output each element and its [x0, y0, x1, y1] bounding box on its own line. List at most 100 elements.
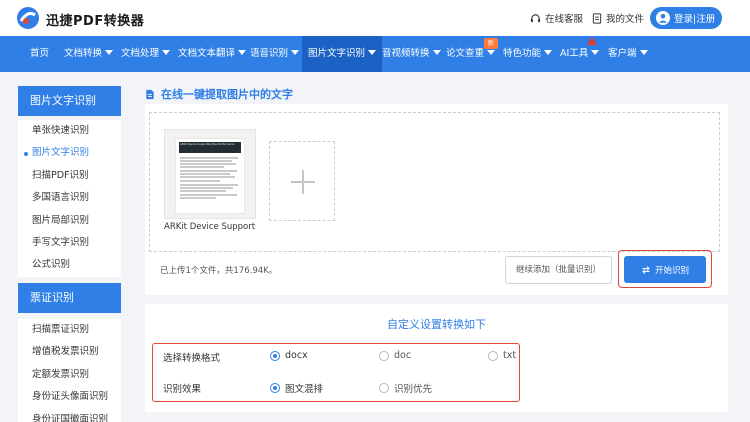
preview-line — [180, 173, 230, 175]
swap-icon — [642, 265, 650, 274]
sidebar-item-formula[interactable]: 公式识别 — [18, 254, 121, 276]
nav-client-label: 客户端 — [608, 48, 637, 59]
plus-icon — [302, 170, 304, 194]
chevron-down-icon — [591, 50, 600, 55]
format-radio-txt[interactable]: txt — [488, 350, 516, 361]
preview-line — [180, 166, 224, 168]
preview-line — [180, 187, 233, 189]
chevron-down-icon — [238, 50, 247, 55]
ai-alert-icon — [587, 37, 597, 45]
login-register-label: 登录|注册 — [674, 14, 716, 25]
customer-service-label: 在线客服 — [545, 14, 584, 25]
sidebar-group-image-ocr: 单张快速识别 图片文字识别 扫描PDF识别 多国语言识别 图片局部识别 手写文字… — [18, 120, 121, 277]
nav-doc-translate-label: 文档文本翻译 — [178, 48, 236, 59]
radio-unchecked-icon — [488, 350, 498, 361]
sidebar-item-scan-ticket[interactable]: 扫描票证识别 — [18, 319, 121, 341]
sidebar-item-partial[interactable]: 图片局部识别 — [18, 210, 121, 232]
sidebar-item-vat-invoice[interactable]: 增值税发票识别 — [18, 341, 121, 363]
sidebar-item-image-ocr[interactable]: 图片文字识别 — [18, 142, 121, 164]
sidebar-group-ticket-title: 票证识别 — [18, 283, 121, 313]
nav-features-label: 特色功能 — [503, 48, 542, 59]
brand-name[interactable]: 迅捷PDF转换器 — [46, 10, 144, 29]
nav-av-convert-label: 音视频转换 — [382, 48, 430, 59]
effect-radio-mixed[interactable]: 图文混排 — [270, 381, 323, 395]
nav-doc-translate[interactable]: 文档文本翻译 — [178, 36, 247, 72]
user-avatar-icon — [656, 11, 670, 25]
chevron-down-icon — [544, 50, 553, 55]
add-file-tile[interactable] — [269, 141, 335, 221]
nav-image-ocr-label: 图片文字识别 — [308, 48, 366, 59]
radio-checked-icon — [270, 350, 280, 361]
preview-line — [180, 157, 238, 159]
chevron-down-icon — [291, 50, 300, 55]
nav-image-ocr[interactable]: 图片文字识别 — [302, 36, 383, 72]
nav-ai-tools-label: AI工具 — [560, 48, 589, 59]
preview-line — [180, 184, 238, 186]
new-badge: 新 — [484, 38, 498, 49]
document-icon — [146, 89, 154, 99]
my-files-label: 我的文件 — [606, 14, 645, 25]
top-header: 迅捷PDF转换器 在线客服 我的文件 登录|注册 — [0, 0, 750, 36]
nav-speech[interactable]: 语音识别 — [250, 36, 300, 72]
chevron-down-icon — [639, 50, 648, 55]
start-recognize-button[interactable]: 开始识别 — [624, 256, 706, 283]
preview-line — [180, 170, 237, 172]
page-title-text: 在线一键提取图片中的文字 — [161, 88, 293, 101]
format-radio-doc[interactable]: doc — [379, 350, 411, 361]
sidebar-group-ticket: 扫描票证识别 增值税发票识别 定额发票识别 身份证头像面识别 身份证国徽面识别 — [18, 319, 121, 422]
sidebar-item-multilang[interactable]: 多国语言识别 — [18, 187, 121, 209]
sidebar-item-id-front[interactable]: 身份证头像面识别 — [18, 386, 121, 408]
effect-label: 识别效果 — [163, 384, 202, 395]
effect-priority-label: 识别优先 — [394, 384, 433, 395]
preview-line — [180, 180, 220, 182]
nav-features[interactable]: 特色功能 — [503, 36, 553, 72]
active-dot-icon — [24, 151, 28, 156]
page-title: 在线一键提取图片中的文字 — [145, 86, 293, 102]
effect-radio-priority[interactable]: 识别优先 — [379, 381, 432, 395]
nav-client[interactable]: 客户端 — [608, 36, 648, 72]
my-files-link[interactable]: 我的文件 — [592, 11, 644, 25]
preview-line — [180, 190, 226, 192]
chevron-down-icon — [162, 50, 171, 55]
format-radio-docx[interactable]: docx — [270, 350, 308, 361]
sidebar-item-single-quick[interactable]: 单张快速识别 — [18, 120, 121, 142]
main-nav: 首页 文档转换 文档处理 文档文本翻译 语音识别 图片文字识别 音视频转换 论文… — [0, 36, 750, 72]
chevron-down-icon — [487, 50, 496, 55]
upload-status: 已上传1个文件，共176.94K。 — [160, 266, 278, 276]
headset-icon — [530, 13, 541, 22]
login-register-button[interactable]: 登录|注册 — [650, 7, 722, 29]
nav-av-convert[interactable]: 音视频转换 — [382, 36, 441, 72]
sidebar-item-id-back[interactable]: 身份证国徽面识别 — [18, 409, 121, 422]
uploaded-file-thumbnail[interactable]: ARKit Device Supporting the Performance — [164, 129, 256, 219]
preview-line — [180, 160, 232, 162]
preview-title-text: ARKit Device Supporting the Performance — [180, 143, 235, 146]
sidebar-item-image-ocr-label: 图片文字识别 — [32, 147, 90, 159]
nav-speech-label: 语音识别 — [250, 48, 289, 59]
effect-mixed-label: 图文混排 — [285, 384, 324, 395]
sidebar-item-scan-pdf[interactable]: 扫描PDF识别 — [18, 165, 121, 187]
continue-add-button[interactable]: 继续添加（批量识别） — [505, 256, 612, 284]
document-preview: ARKit Device Supporting the Performance — [176, 139, 244, 213]
customer-service-link[interactable]: 在线客服 — [530, 11, 583, 25]
start-recognize-label: 开始识别 — [654, 265, 689, 276]
chevron-down-icon — [105, 50, 114, 55]
chevron-down-icon — [368, 50, 377, 55]
brand-logo-icon[interactable] — [16, 6, 40, 30]
preview-line — [180, 176, 235, 178]
chevron-down-icon — [432, 50, 441, 55]
nav-home[interactable]: 首页 — [30, 36, 49, 72]
preview-line — [180, 194, 237, 196]
uploaded-file-name: ARKit Device Supportin... — [164, 222, 256, 232]
nav-doc-convert[interactable]: 文档转换 — [64, 36, 114, 72]
nav-doc-process[interactable]: 文档处理 — [121, 36, 171, 72]
nav-doc-convert-label: 文档转换 — [64, 48, 103, 59]
nav-doc-process-label: 文档处理 — [121, 48, 160, 59]
preview-line — [180, 163, 236, 165]
document-icon — [592, 12, 602, 24]
nav-home-label: 首页 — [30, 48, 50, 59]
radio-unchecked-icon — [379, 383, 389, 393]
sidebar-item-handwriting[interactable]: 手写文字识别 — [18, 232, 121, 254]
preview-line — [180, 197, 216, 199]
format-doc-label: doc — [394, 350, 412, 361]
sidebar-item-fixed-invoice[interactable]: 定额发票识别 — [18, 364, 121, 386]
